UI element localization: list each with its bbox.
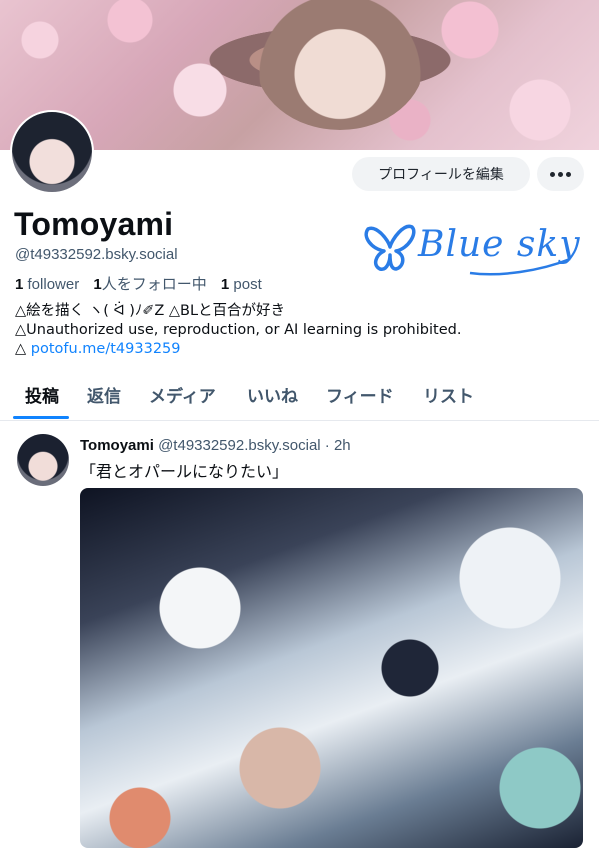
profile-tabs: 投稿 返信 メディア いいね フィード リスト (0, 372, 599, 421)
tab-likes[interactable]: いいね (247, 382, 298, 407)
bio-line: △Unauthorized use, reproduction, or AI l… (15, 322, 462, 338)
display-name: Tomoyami (14, 206, 174, 242)
bio-line: △ potofu.me/t4933259 (15, 341, 181, 357)
tab-posts[interactable]: 投稿 (25, 382, 59, 407)
profile-stats: 1 follower 1人をフォロー中 1 post (15, 273, 262, 294)
profile-bio: △絵を描く ︎ヽ( ᐛ )ﾉ✐Z △BLと百合が好き △Unauthorized… (15, 302, 461, 359)
post-timestamp[interactable]: 2h (334, 437, 351, 454)
followers-link[interactable]: 1 follower (15, 276, 79, 293)
profile-banner[interactable] (0, 0, 599, 150)
post-author-name[interactable]: Tomoyami (80, 437, 154, 454)
more-options-button[interactable] (537, 157, 584, 191)
following-link[interactable]: 1人をフォロー中 (93, 276, 206, 293)
bio-line: △絵を描く ︎ヽ( ᐛ )ﾉ✐Z △BLと百合が好き (15, 303, 286, 319)
profile-handle: @t49332592.bsky.social (15, 246, 178, 263)
active-tab-indicator (13, 416, 69, 419)
banner-artwork (255, 0, 425, 130)
bluesky-logo-text: Blue sky (418, 224, 581, 265)
post-image[interactable] (80, 488, 583, 848)
tab-media[interactable]: メディア (149, 382, 216, 407)
tab-feeds[interactable]: フィード (326, 382, 394, 407)
profile-avatar[interactable] (10, 110, 94, 194)
post-author-handle[interactable]: @t49332592.bsky.social (158, 437, 321, 454)
ellipsis-icon (550, 171, 571, 177)
bio-link[interactable]: potofu.me/t4933259 (31, 341, 181, 357)
post-text: 「君とオパールになりたい」 (80, 462, 289, 481)
tab-lists[interactable]: リスト (423, 382, 474, 407)
posts-count: 1 post (220, 276, 262, 293)
edit-profile-button[interactable]: プロフィールを編集 (352, 157, 530, 191)
post-header: Tomoyami @t49332592.bsky.social · 2h (80, 437, 351, 454)
post-author-avatar[interactable] (17, 434, 69, 486)
tab-replies[interactable]: 返信 (87, 382, 121, 407)
